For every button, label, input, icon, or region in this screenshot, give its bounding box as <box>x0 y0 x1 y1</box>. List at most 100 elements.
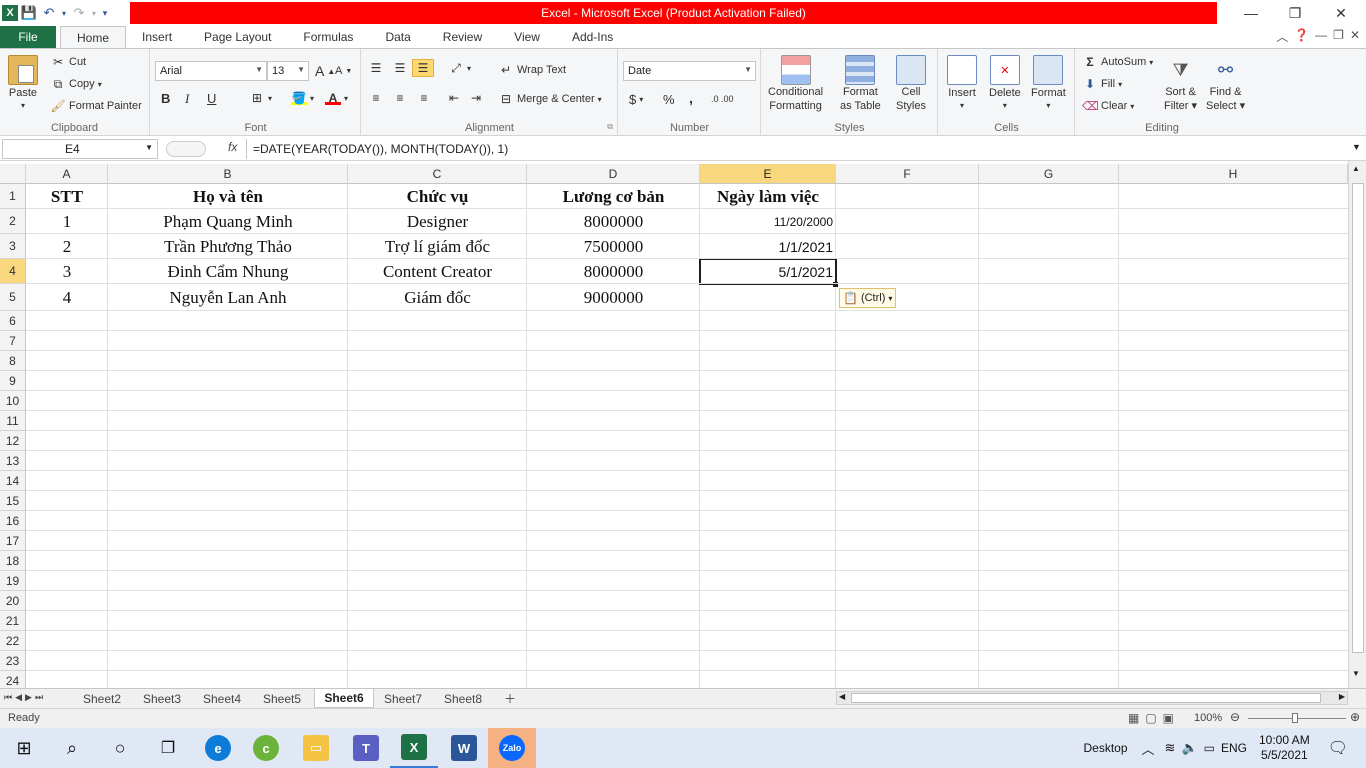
delete-cells-button[interactable]: ✕ Delete ▾ <box>989 55 1021 110</box>
underline-button[interactable]: U <box>207 91 216 106</box>
workbook-minimize-icon[interactable]: — <box>1315 28 1327 45</box>
column-header-b[interactable]: B <box>108 164 348 184</box>
tab-page-layout[interactable]: Page Layout <box>188 26 287 48</box>
row-header-13[interactable]: 13 <box>0 451 26 471</box>
minimize-ribbon-icon[interactable]: ︿ <box>1276 28 1288 45</box>
format-cells-button[interactable]: Format ▾ <box>1031 55 1066 110</box>
wifi-icon[interactable]: ≋ <box>1165 740 1176 756</box>
zoom-level[interactable]: 100% <box>1194 712 1222 724</box>
tab-insert[interactable]: Insert <box>126 26 188 48</box>
row-header-23[interactable]: 23 <box>0 651 26 671</box>
align-left-button[interactable]: ≡ <box>368 91 384 105</box>
row-header-14[interactable]: 14 <box>0 471 26 491</box>
cut-button[interactable]: ✂ Cut <box>50 55 86 69</box>
fill-color-button[interactable]: 🪣 ▾ <box>291 91 314 105</box>
zoom-out-icon[interactable]: ⊖ <box>1230 710 1240 724</box>
fill-button[interactable]: ⬇ Fill ▾ <box>1082 77 1122 91</box>
row-header-12[interactable]: 12 <box>0 431 26 451</box>
row-header-17[interactable]: 17 <box>0 531 26 551</box>
sheet-tab-sheet2[interactable]: Sheet2 <box>74 689 130 708</box>
input-language[interactable]: ENG <box>1221 741 1247 755</box>
cell-e1[interactable]: Ngày làm việc <box>700 184 836 209</box>
name-box[interactable]: E4 ▼ <box>2 139 158 159</box>
cell-styles-button[interactable]: Cell Styles <box>896 55 926 113</box>
insert-function-button[interactable]: fx <box>228 140 237 154</box>
increase-indent-button[interactable]: ⇥ <box>468 91 484 105</box>
workbook-close-icon[interactable]: ✕ <box>1350 28 1360 45</box>
row-header-6[interactable]: 6 <box>0 311 26 331</box>
cell-a2[interactable]: 1 <box>26 209 108 234</box>
search-icon[interactable]: ⌕ <box>48 728 96 768</box>
font-name-dropdown[interactable]: Arial ▼ <box>155 61 267 81</box>
italic-button[interactable]: I <box>185 91 189 107</box>
teams-icon[interactable]: T <box>342 728 390 768</box>
cell-a1[interactable]: STT <box>26 184 108 209</box>
windows-start-icon[interactable]: ⊞ <box>0 728 48 768</box>
word-taskbar-icon[interactable]: W <box>440 728 488 768</box>
row-header-2[interactable]: 2 <box>0 209 26 234</box>
customize-qat-icon[interactable]: ▾ <box>100 4 110 22</box>
currency-button[interactable]: $ ▾ <box>629 92 643 107</box>
merge-center-button[interactable]: ⊟ Merge & Center ▾ <box>498 92 602 106</box>
paste-options-button[interactable]: 📋 (Ctrl) ▾ <box>839 288 897 308</box>
cell-b5[interactable]: Nguyễn Lan Anh <box>108 284 348 311</box>
cell-d4[interactable]: 8000000 <box>527 259 700 284</box>
column-header-c[interactable]: C <box>348 164 527 184</box>
redo-icon[interactable]: ↷ <box>70 4 88 22</box>
tab-formulas[interactable]: Formulas <box>287 26 369 48</box>
cell-e2[interactable]: 11/20/2000 <box>700 209 836 234</box>
decrease-indent-button[interactable]: ⇤ <box>446 91 462 105</box>
redo-dropdown-icon[interactable]: ▾ <box>90 4 98 22</box>
zoom-slider-thumb[interactable] <box>1292 713 1298 723</box>
font-color-button[interactable]: A ▾ <box>325 91 348 105</box>
dialog-launcher-icon[interactable]: ⧉ <box>607 122 613 132</box>
battery-icon[interactable]: ▭ <box>1204 741 1215 755</box>
vertical-scrollbar[interactable]: ▲ ▼ <box>1348 161 1366 688</box>
sort-filter-button[interactable]: ⧩ Sort & Filter ▾ <box>1164 55 1197 113</box>
hscrollbar-thumb[interactable] <box>851 693 1321 703</box>
cell-c3[interactable]: Trợ lí giám đốc <box>348 234 527 259</box>
sheet-tab-sheet6[interactable]: Sheet6 <box>314 689 374 708</box>
cortana-icon[interactable]: ○ <box>96 728 144 768</box>
worksheet-grid[interactable]: A B C D E F G H STT Họ và tên Chức vụ Lư… <box>0 164 1348 688</box>
volume-icon[interactable]: 🔈 <box>1181 740 1197 756</box>
active-cell-selection[interactable] <box>699 258 837 285</box>
scrollbar-thumb[interactable] <box>1352 183 1364 653</box>
scroll-right-icon[interactable]: ▶ <box>1339 692 1345 701</box>
tab-home[interactable]: Home <box>60 26 127 49</box>
column-header-d[interactable]: D <box>527 164 700 184</box>
row-header-16[interactable]: 16 <box>0 511 26 531</box>
select-all-corner[interactable] <box>0 164 26 184</box>
cell-b1[interactable]: Họ và tên <box>108 184 348 209</box>
row-header-8[interactable]: 8 <box>0 351 26 371</box>
minimize-button[interactable]: — <box>1228 0 1274 26</box>
row-header-11[interactable]: 11 <box>0 411 26 431</box>
column-header-g[interactable]: G <box>979 164 1119 184</box>
new-sheet-icon[interactable]: ＋ <box>498 689 522 708</box>
cell-c4[interactable]: Content Creator <box>348 259 527 284</box>
tab-data[interactable]: Data <box>369 26 426 48</box>
cell-e3[interactable]: 1/1/2021 <box>700 234 836 259</box>
clock[interactable]: 10:00 AM 5/5/2021 <box>1259 733 1310 763</box>
sheet-tab-sheet7[interactable]: Sheet7 <box>374 689 432 708</box>
row-header-3[interactable]: 3 <box>0 234 26 259</box>
tab-view[interactable]: View <box>498 26 556 48</box>
formula-input[interactable]: =DATE(YEAR(TODAY()), MONTH(TODAY()), 1) <box>246 139 1350 159</box>
align-middle-button[interactable]: ☰ <box>392 61 408 75</box>
cell-c1[interactable]: Chức vụ <box>348 184 527 209</box>
column-header-a[interactable]: A <box>26 164 108 184</box>
cell-a3[interactable]: 2 <box>26 234 108 259</box>
sheet-tab-sheet8[interactable]: Sheet8 <box>434 689 492 708</box>
align-top-button[interactable]: ☰ <box>368 61 384 75</box>
align-center-button[interactable]: ≡ <box>392 91 408 105</box>
orientation-button[interactable]: ⤢ ▾ <box>448 61 471 75</box>
edge-browser-icon[interactable]: e <box>194 728 242 768</box>
decimal-buttons[interactable]: .0 .00 <box>711 94 734 104</box>
scroll-left-icon[interactable]: ◀ <box>839 692 845 701</box>
coccoc-browser-icon[interactable]: c <box>242 728 290 768</box>
shrink-font-button[interactable]: A ▼ <box>335 65 352 77</box>
paste-button[interactable]: Paste ▾ <box>8 55 38 110</box>
row-header-21[interactable]: 21 <box>0 611 26 631</box>
row-header-19[interactable]: 19 <box>0 571 26 591</box>
align-right-button[interactable]: ≡ <box>416 91 432 105</box>
